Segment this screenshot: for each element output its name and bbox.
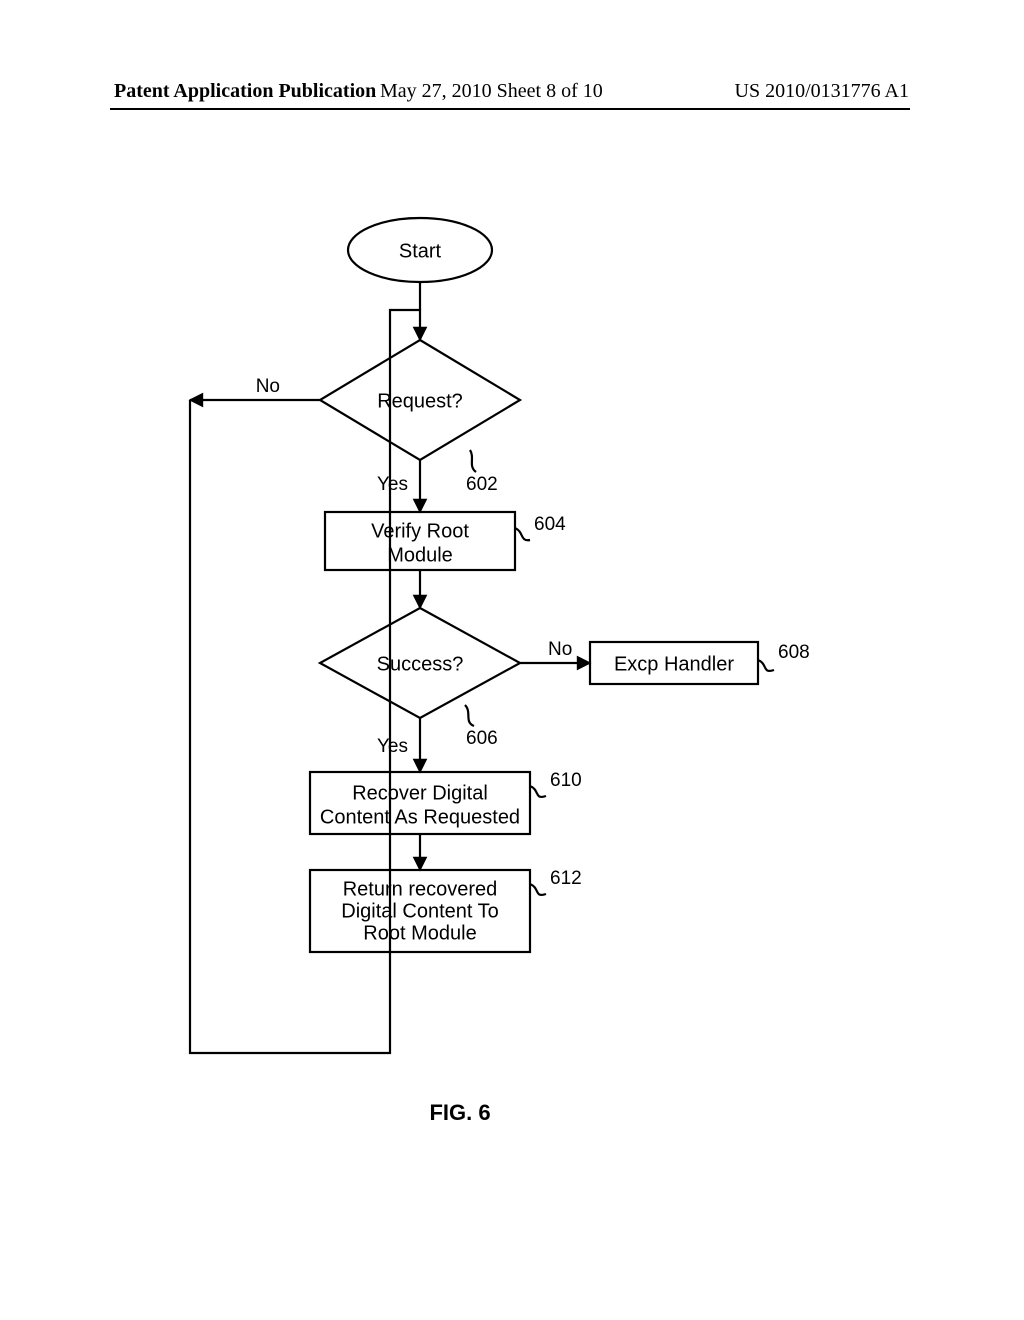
ref-610: 610	[550, 770, 582, 791]
header-right: US 2010/0131776 A1	[735, 80, 909, 103]
ref-604: 604	[534, 514, 566, 535]
ref-608: 608	[778, 642, 810, 663]
figure-caption: FIG. 6	[429, 1100, 490, 1125]
ref-606-leader	[465, 705, 474, 726]
edge-start-request	[410, 310, 420, 340]
verify-line1: Verify Root	[371, 520, 469, 542]
return-line2: Digital Content To	[341, 900, 499, 922]
header-mid: May 27, 2010 Sheet 8 of 10	[380, 80, 603, 103]
return-line1: Return recovered	[343, 878, 498, 900]
header-left: Patent Application Publication	[114, 80, 376, 103]
ref-612-leader	[530, 884, 546, 895]
ref-608-leader	[758, 660, 774, 671]
start-text: Start	[399, 240, 442, 262]
success-yes-label: Yes	[377, 736, 408, 757]
success-text: Success?	[377, 653, 464, 675]
success-no-label: No	[548, 639, 572, 660]
ref-604-leader	[515, 528, 530, 540]
return-line3: Root Module	[363, 922, 476, 944]
ref-610-leader	[530, 786, 546, 797]
header-rule	[110, 108, 910, 110]
verify-line2: Module	[387, 544, 453, 566]
recover-line2: Content As Requested	[320, 806, 520, 828]
ref-606: 606	[466, 728, 498, 749]
excp-text: Excp Handler	[614, 653, 734, 675]
ref-612: 612	[550, 868, 582, 889]
recover-line1: Recover Digital	[352, 782, 488, 804]
ref-602-leader	[470, 450, 476, 472]
ref-602: 602	[466, 474, 498, 495]
request-no-label: No	[256, 376, 280, 397]
flowchart: Start Request? No 602 Yes Verify Root Mo…	[150, 210, 910, 1210]
request-yes-label: Yes	[377, 474, 408, 495]
